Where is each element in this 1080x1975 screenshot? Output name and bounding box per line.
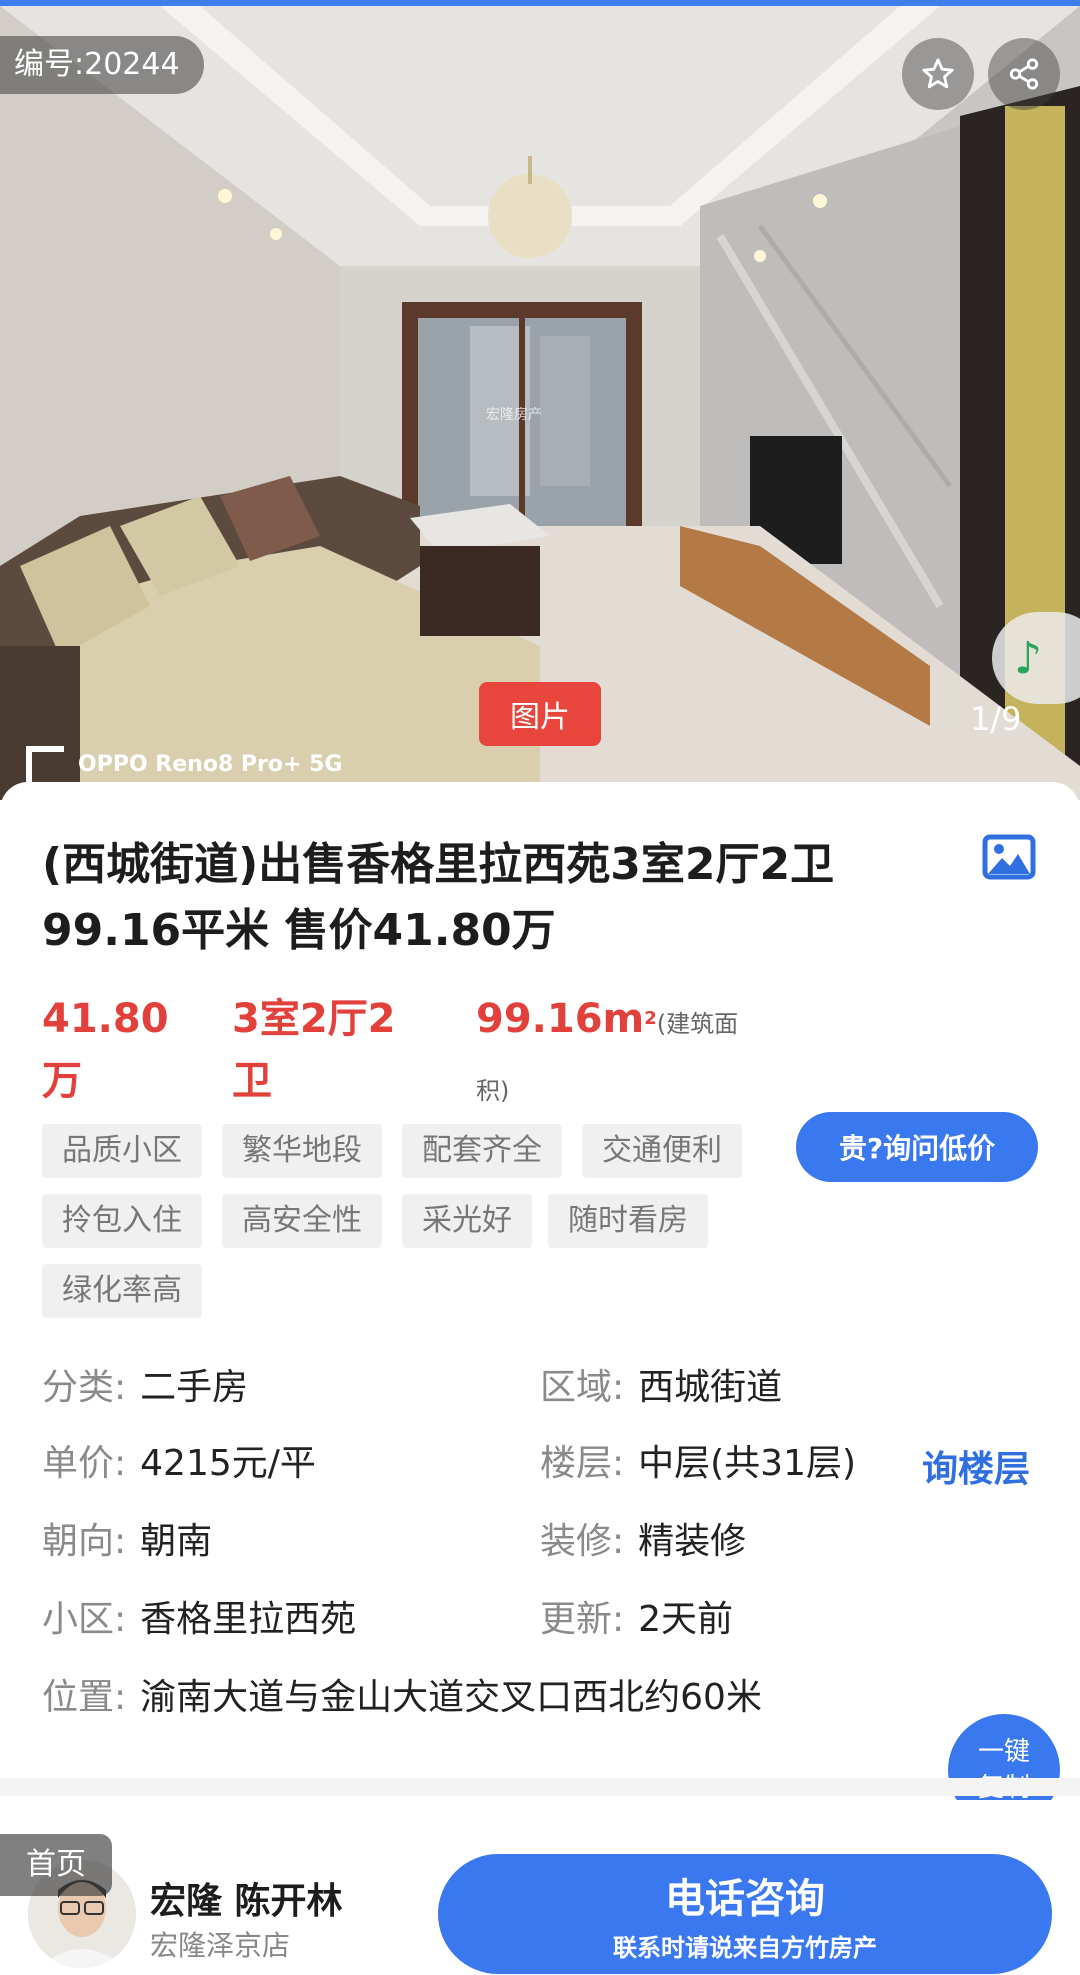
camera-watermark: OPPO Reno8 Pro+ 5G: [26, 746, 342, 784]
attr-district: 区域: 西城街道: [540, 1364, 782, 1412]
camera-logo-icon: [26, 746, 64, 784]
listing-page: 宏隆房产 编号:20244 ♪ 图片 1/9 OPPO Reno8 Pro+ 5…: [0, 0, 1080, 1975]
camera-watermark-text: OPPO Reno8 Pro+ 5G: [78, 752, 343, 777]
phone-consult-button[interactable]: 电话咨询 联系时请说来自方竹房产: [438, 1854, 1052, 1974]
music-toggle-button[interactable]: ♪: [992, 612, 1080, 704]
living-room-photo: 宏隆房产: [0, 6, 1080, 800]
hero-photo[interactable]: 宏隆房产 编号:20244 ♪ 图片 1/9 OPPO Reno8 Pro+ 5…: [0, 0, 1080, 800]
attr-unit-price: 单价: 4215元/平: [42, 1440, 316, 1488]
feature-tag: 采光好: [402, 1194, 532, 1248]
call-label: 电话咨询: [665, 1876, 825, 1922]
attr-label: 更新:: [540, 1599, 625, 1640]
agent-name: 宏隆 陈开林: [150, 1881, 343, 1922]
attr-value: 4215元/平: [140, 1443, 316, 1484]
attr-updated: 更新: 2天前: [540, 1596, 733, 1644]
home-tab[interactable]: 首页: [0, 1834, 112, 1896]
share-icon: [1009, 58, 1039, 90]
favorite-button[interactable]: [902, 38, 974, 110]
area-value: 99.16m2(建筑面积): [476, 988, 756, 1122]
attr-community: 小区: 香格里拉西苑: [42, 1596, 356, 1644]
listing-id-badge: 编号:20244: [0, 36, 204, 94]
layout-value: 3室2厅2卫: [232, 996, 396, 1104]
image-counter: 1/9: [970, 700, 1022, 738]
image-tab-label[interactable]: 图片: [479, 682, 601, 746]
music-note-icon: ♪: [1014, 632, 1043, 684]
photo-watermark: 宏隆房产: [486, 407, 542, 423]
attr-label: 朝向:: [42, 1521, 127, 1562]
attr-value: 西城街道: [638, 1367, 783, 1408]
agent-store: 宏隆泽京店: [150, 1929, 291, 1962]
feature-tag: 拎包入住: [42, 1194, 202, 1248]
attr-label: 区域:: [540, 1367, 625, 1408]
star-icon: [922, 58, 954, 89]
attr-label: 装修:: [540, 1521, 625, 1562]
attr-category: 分类: 二手房: [42, 1364, 248, 1412]
copy-label-line1: 一键: [977, 1737, 1030, 1767]
attr-label: 位置:: [42, 1677, 127, 1718]
attr-label: 分类:: [42, 1367, 127, 1408]
attr-floor: 楼层: 中层(共31层): [540, 1440, 856, 1488]
price-value: 41.80万: [42, 996, 169, 1104]
share-button[interactable]: [988, 38, 1060, 110]
attr-value: 精装修: [638, 1521, 747, 1562]
feature-tag: 高安全性: [222, 1194, 382, 1248]
section-divider: [0, 1778, 1080, 1796]
area-sup: 2: [644, 1008, 657, 1029]
call-sublabel: 联系时请说来自方竹房产: [613, 1934, 877, 1962]
listing-info-card: (西城街道)出售香格里拉西苑3室2厅2卫 99.16平米 售价41.80万 41…: [0, 782, 1080, 1826]
attr-location: 位置: 渝南大道与金山大道交叉口西北约60米: [42, 1674, 762, 1722]
feature-tag: 品质小区: [42, 1124, 202, 1178]
attr-value: 朝南: [140, 1521, 213, 1562]
attr-decoration: 装修: 精装修: [540, 1518, 746, 1566]
attr-value: 香格里拉西苑: [140, 1599, 357, 1640]
attr-label: 单价:: [42, 1443, 127, 1484]
attr-value: 中层(共31层): [638, 1443, 857, 1484]
album-icon[interactable]: [982, 834, 1036, 880]
attr-value: 二手房: [140, 1367, 249, 1408]
feature-tag: 绿化率高: [42, 1264, 202, 1318]
listing-title: (西城街道)出售香格里拉西苑3室2厅2卫 99.16平米 售价41.80万: [42, 839, 835, 956]
feature-tag: 配套齐全: [402, 1124, 562, 1178]
feature-tag: 繁华地段: [222, 1124, 382, 1178]
ask-floor-link[interactable]: 询楼层: [922, 1440, 1030, 1492]
attr-label: 小区:: [42, 1599, 127, 1640]
feature-tag: 交通便利: [582, 1124, 742, 1178]
ask-lower-price-button[interactable]: 贵?询问低价: [796, 1112, 1038, 1182]
attr-orientation: 朝向: 朝南: [42, 1518, 212, 1566]
feature-tag: 随时看房: [548, 1194, 708, 1248]
attr-label: 楼层:: [540, 1443, 625, 1484]
area-number: 99.16m: [476, 996, 645, 1042]
attr-value: 渝南大道与金山大道交叉口西北约60米: [140, 1677, 762, 1718]
agent-footer: 首页 宏隆 陈开林 宏隆泽京店 电话咨询 联系时请说来自方竹房产: [0, 1800, 1080, 1975]
attr-value: 2天前: [638, 1599, 734, 1640]
